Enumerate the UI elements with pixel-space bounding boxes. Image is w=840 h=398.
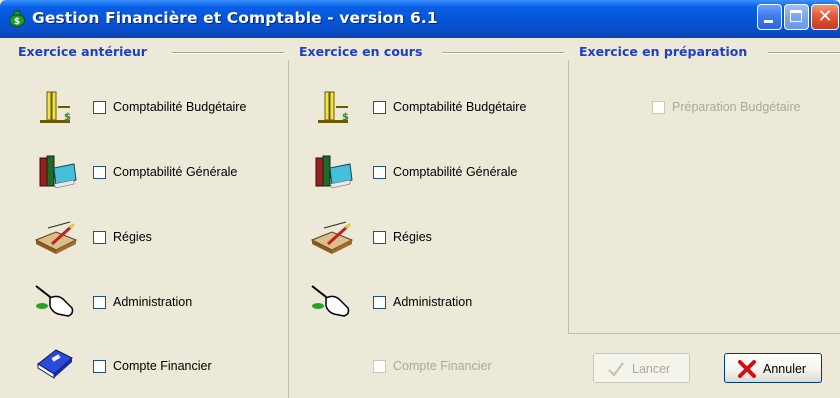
ledger-pen-icon [34,221,78,254]
close-button[interactable]: ✕ [811,4,839,30]
blue-book-icon [37,349,73,379]
maximize-button[interactable] [784,4,809,30]
lancer-button[interactable]: Lancer [593,353,690,383]
lancer-button-label: Lancer [632,362,671,376]
books-icon [39,155,77,189]
hand-pointer-icon [311,285,350,317]
svg-text:$: $ [14,17,20,27]
checkbox-anterieur-generale[interactable] [93,166,106,179]
checkbox-en-cours-budgetaire[interactable] [373,101,386,114]
label-preparation-budgetaire: Préparation Budgétaire [672,100,801,114]
label-en-cours-generale: Comptabilité Générale [393,165,518,179]
checkbox-en-cours-regies[interactable] [373,231,386,244]
svg-text:$: $ [64,112,71,123]
balance-scale-icon: $ [40,91,71,123]
minimize-button[interactable] [757,4,782,30]
section-title-anterieur: Exercice antérieur [18,44,147,59]
label-en-cours-regies: Régies [393,230,432,244]
label-anterieur-regies: Régies [113,230,152,244]
balance-scale-icon: $ [318,91,349,123]
checkbox-anterieur-budgetaire[interactable] [93,101,106,114]
label-anterieur-budgetaire: Comptabilité Budgétaire [113,100,247,114]
red-x-icon [738,360,756,378]
annuler-button[interactable]: Annuler [724,353,822,383]
label-en-cours-administration: Administration [393,295,473,309]
label-anterieur-generale: Comptabilité Générale [113,165,238,179]
money-bag-icon: $ [9,10,25,27]
label-en-cours-budgetaire: Comptabilité Budgétaire [393,100,527,114]
checkbox-preparation-budgetaire [652,101,665,114]
hand-pointer-icon [35,285,74,317]
ledger-pen-icon [310,221,354,254]
close-icon: ✕ [817,6,833,27]
annuler-button-label: Annuler [763,362,807,376]
checkbox-anterieur-regies[interactable] [93,231,106,244]
window-title: Gestion Financière et Comptable - versio… [32,9,438,27]
section-title-preparation: Exercice en préparation [579,44,748,59]
checkmark-icon [608,362,624,377]
checkbox-en-cours-generale[interactable] [373,166,386,179]
checkbox-anterieur-administration[interactable] [93,296,106,309]
books-icon [315,155,353,189]
label-anterieur-administration: Administration [113,295,193,309]
checkbox-anterieur-compte-financier[interactable] [93,360,106,373]
column-separator [288,60,289,398]
section-title-en-cours: Exercice en cours [299,44,423,59]
checkbox-en-cours-compte-financier [373,360,386,373]
svg-text:$: $ [342,112,349,123]
checkbox-en-cours-administration[interactable] [373,296,386,309]
main-window: $ Gestion Financière et Comptable - vers… [0,0,840,398]
title-bar[interactable]: $ Gestion Financière et Comptable - vers… [0,0,840,38]
label-en-cours-compte-financier: Compte Financier [393,359,492,373]
label-anterieur-compte-financier: Compte Financier [113,359,212,373]
